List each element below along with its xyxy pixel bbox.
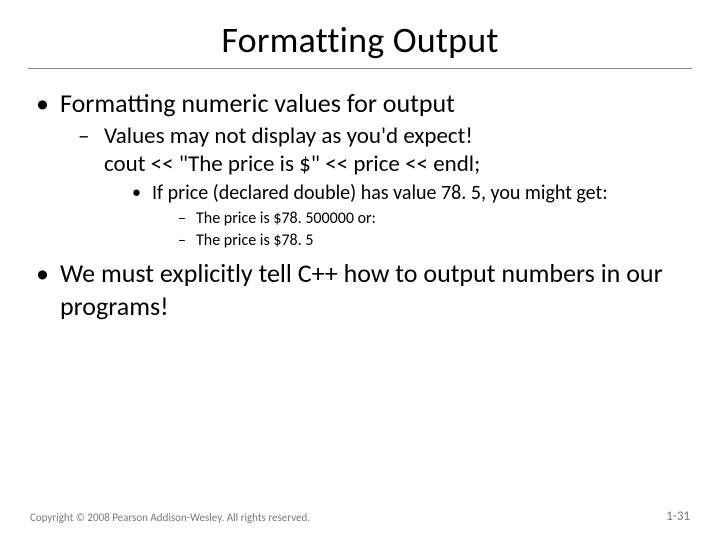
title-underline (28, 68, 692, 69)
bullet-text: The price is $78. 5 (196, 231, 313, 250)
bullet-text: We must explicitly tell C++ how to outpu… (60, 257, 663, 322)
bullet-text: The price is $78. 500000 or: (196, 209, 376, 228)
bullet-text: Formatting numeric values for output (60, 87, 455, 119)
bullet-lvl1: Formatting numeric values for output Val… (36, 87, 684, 251)
bullet-lvl3: If price (declared double) has value 78.… (130, 181, 684, 251)
bullet-lvl2: Values may not display as you'd expect! … (78, 122, 684, 252)
footer-copyright: Copyright © 2008 Pearson Addison-Wesley.… (30, 511, 310, 524)
bullet-text: If price (declared double) has value 78.… (152, 181, 608, 205)
slide-title: Formatting Output (0, 0, 720, 68)
bullet-list-lvl1: Formatting numeric values for output Val… (36, 87, 684, 322)
bullet-list-lvl4: The price is $78. 500000 or: The price i… (152, 206, 684, 251)
bullet-text: Values may not display as you'd expect! (104, 122, 473, 150)
footer-page-number: 1-31 (666, 509, 690, 524)
bullet-list-lvl3: If price (declared double) has value 78.… (104, 179, 684, 251)
bullet-lvl4: The price is $78. 5 (178, 230, 684, 252)
slide-body: Formatting numeric values for output Val… (0, 79, 720, 322)
bullet-list-lvl2: Values may not display as you'd expect! … (60, 120, 684, 252)
bullet-lvl1: We must explicitly tell C++ how to outpu… (36, 257, 684, 322)
slide: Formatting Output Formatting numeric val… (0, 0, 720, 540)
bullet-text-code: cout << "The price is $" << price << end… (104, 150, 480, 178)
bullet-lvl4: The price is $78. 500000 or: (178, 208, 684, 230)
